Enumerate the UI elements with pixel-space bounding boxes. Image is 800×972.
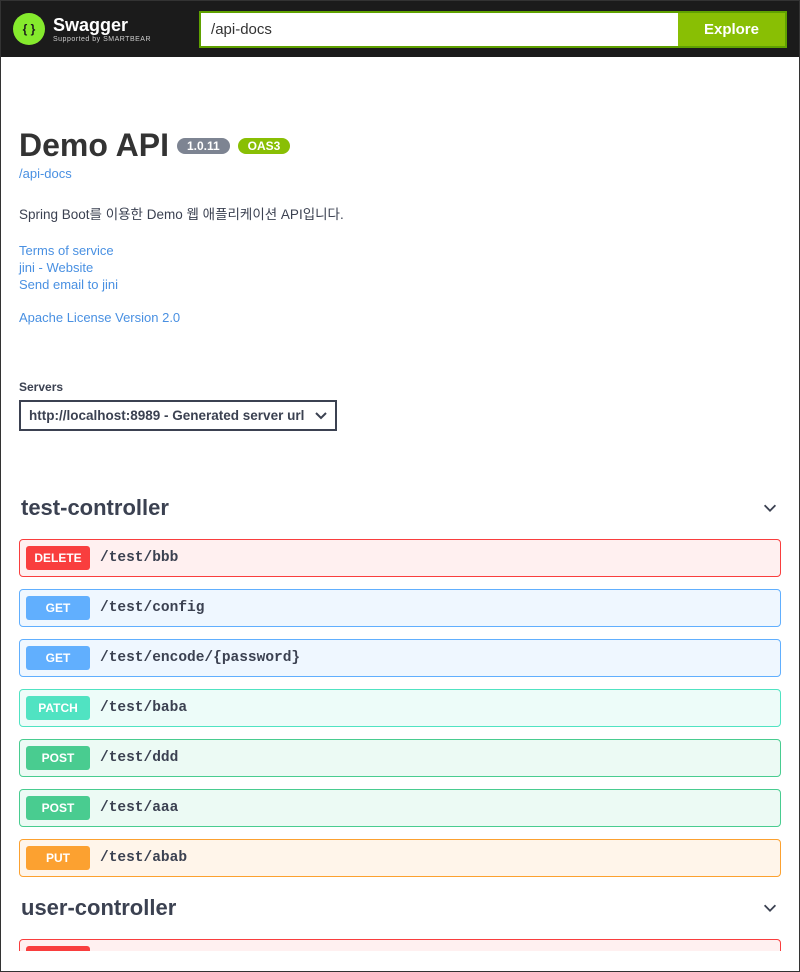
contact-site-link[interactable]: jini - Website xyxy=(19,260,781,275)
api-info: Demo API 1.0.11 OAS3 /api-docs Spring Bo… xyxy=(19,127,781,325)
api-description: Spring Boot를 이용한 Demo 웹 애플리케이션 API입니다. xyxy=(19,203,781,223)
operation-row[interactable]: GET/test/encode/{password} xyxy=(19,639,781,677)
brand-block: { } Swagger Supported by SMARTBEAR xyxy=(13,13,151,45)
explore-button[interactable]: Explore xyxy=(678,13,785,46)
http-method-badge: PUT xyxy=(26,846,90,870)
api-docs-link[interactable]: /api-docs xyxy=(19,166,781,181)
terms-link[interactable]: Terms of service xyxy=(19,243,781,258)
operation-path: /test/bbb xyxy=(100,550,178,566)
server-select[interactable]: http://localhost:8989 - Generated server… xyxy=(19,400,337,431)
operation-row[interactable]: GET/test/config xyxy=(19,589,781,627)
tag-header-test-controller[interactable]: test-controller xyxy=(19,489,781,527)
http-method-badge xyxy=(26,946,90,951)
tag-header-user-controller[interactable]: user-controller xyxy=(19,889,781,927)
operation-row[interactable]: POST/test/aaa xyxy=(19,789,781,827)
operation-row[interactable]: DELETE/test/bbb xyxy=(19,539,781,577)
api-title: Demo API xyxy=(19,127,169,164)
operation-path: /test/aaa xyxy=(100,800,178,816)
topbar: { } Swagger Supported by SMARTBEAR Explo… xyxy=(1,1,799,57)
operation-path: /test/config xyxy=(100,600,204,616)
license-link[interactable]: Apache License Version 2.0 xyxy=(19,310,781,325)
operation-path: /test/abab xyxy=(100,850,187,866)
servers-label: Servers xyxy=(19,380,781,394)
brand-subtitle: Supported by SMARTBEAR xyxy=(53,36,151,43)
api-url-input[interactable] xyxy=(201,13,678,46)
operation-path: /test/ddd xyxy=(100,750,178,766)
http-method-badge: GET xyxy=(26,596,90,620)
url-wrapper: Explore xyxy=(199,11,787,48)
tag-name: user-controller xyxy=(21,895,176,921)
http-method-badge: POST xyxy=(26,796,90,820)
version-badge: 1.0.11 xyxy=(177,138,230,154)
servers-section: Servers http://localhost:8989 - Generate… xyxy=(19,380,781,449)
api-title-row: Demo API 1.0.11 OAS3 xyxy=(19,127,290,164)
http-method-badge: PATCH xyxy=(26,696,90,720)
operation-path: /test/encode/{password} xyxy=(100,650,300,666)
contact-email-link[interactable]: Send email to jini xyxy=(19,277,781,292)
http-method-badge: POST xyxy=(26,746,90,770)
operation-row[interactable]: POST/test/ddd xyxy=(19,739,781,777)
oas-badge: OAS3 xyxy=(238,138,291,154)
chevron-down-icon xyxy=(761,899,779,917)
swagger-logo-icon: { } xyxy=(13,13,45,45)
tag-name: test-controller xyxy=(21,495,169,521)
chevron-down-icon xyxy=(761,499,779,517)
brand-name: Swagger xyxy=(53,15,151,36)
operation-row[interactable] xyxy=(19,939,781,951)
operation-path: /test/baba xyxy=(100,700,187,716)
http-method-badge: GET xyxy=(26,646,90,670)
http-method-badge: DELETE xyxy=(26,546,90,570)
operation-row[interactable]: PUT/test/abab xyxy=(19,839,781,877)
operation-row[interactable]: PATCH/test/baba xyxy=(19,689,781,727)
